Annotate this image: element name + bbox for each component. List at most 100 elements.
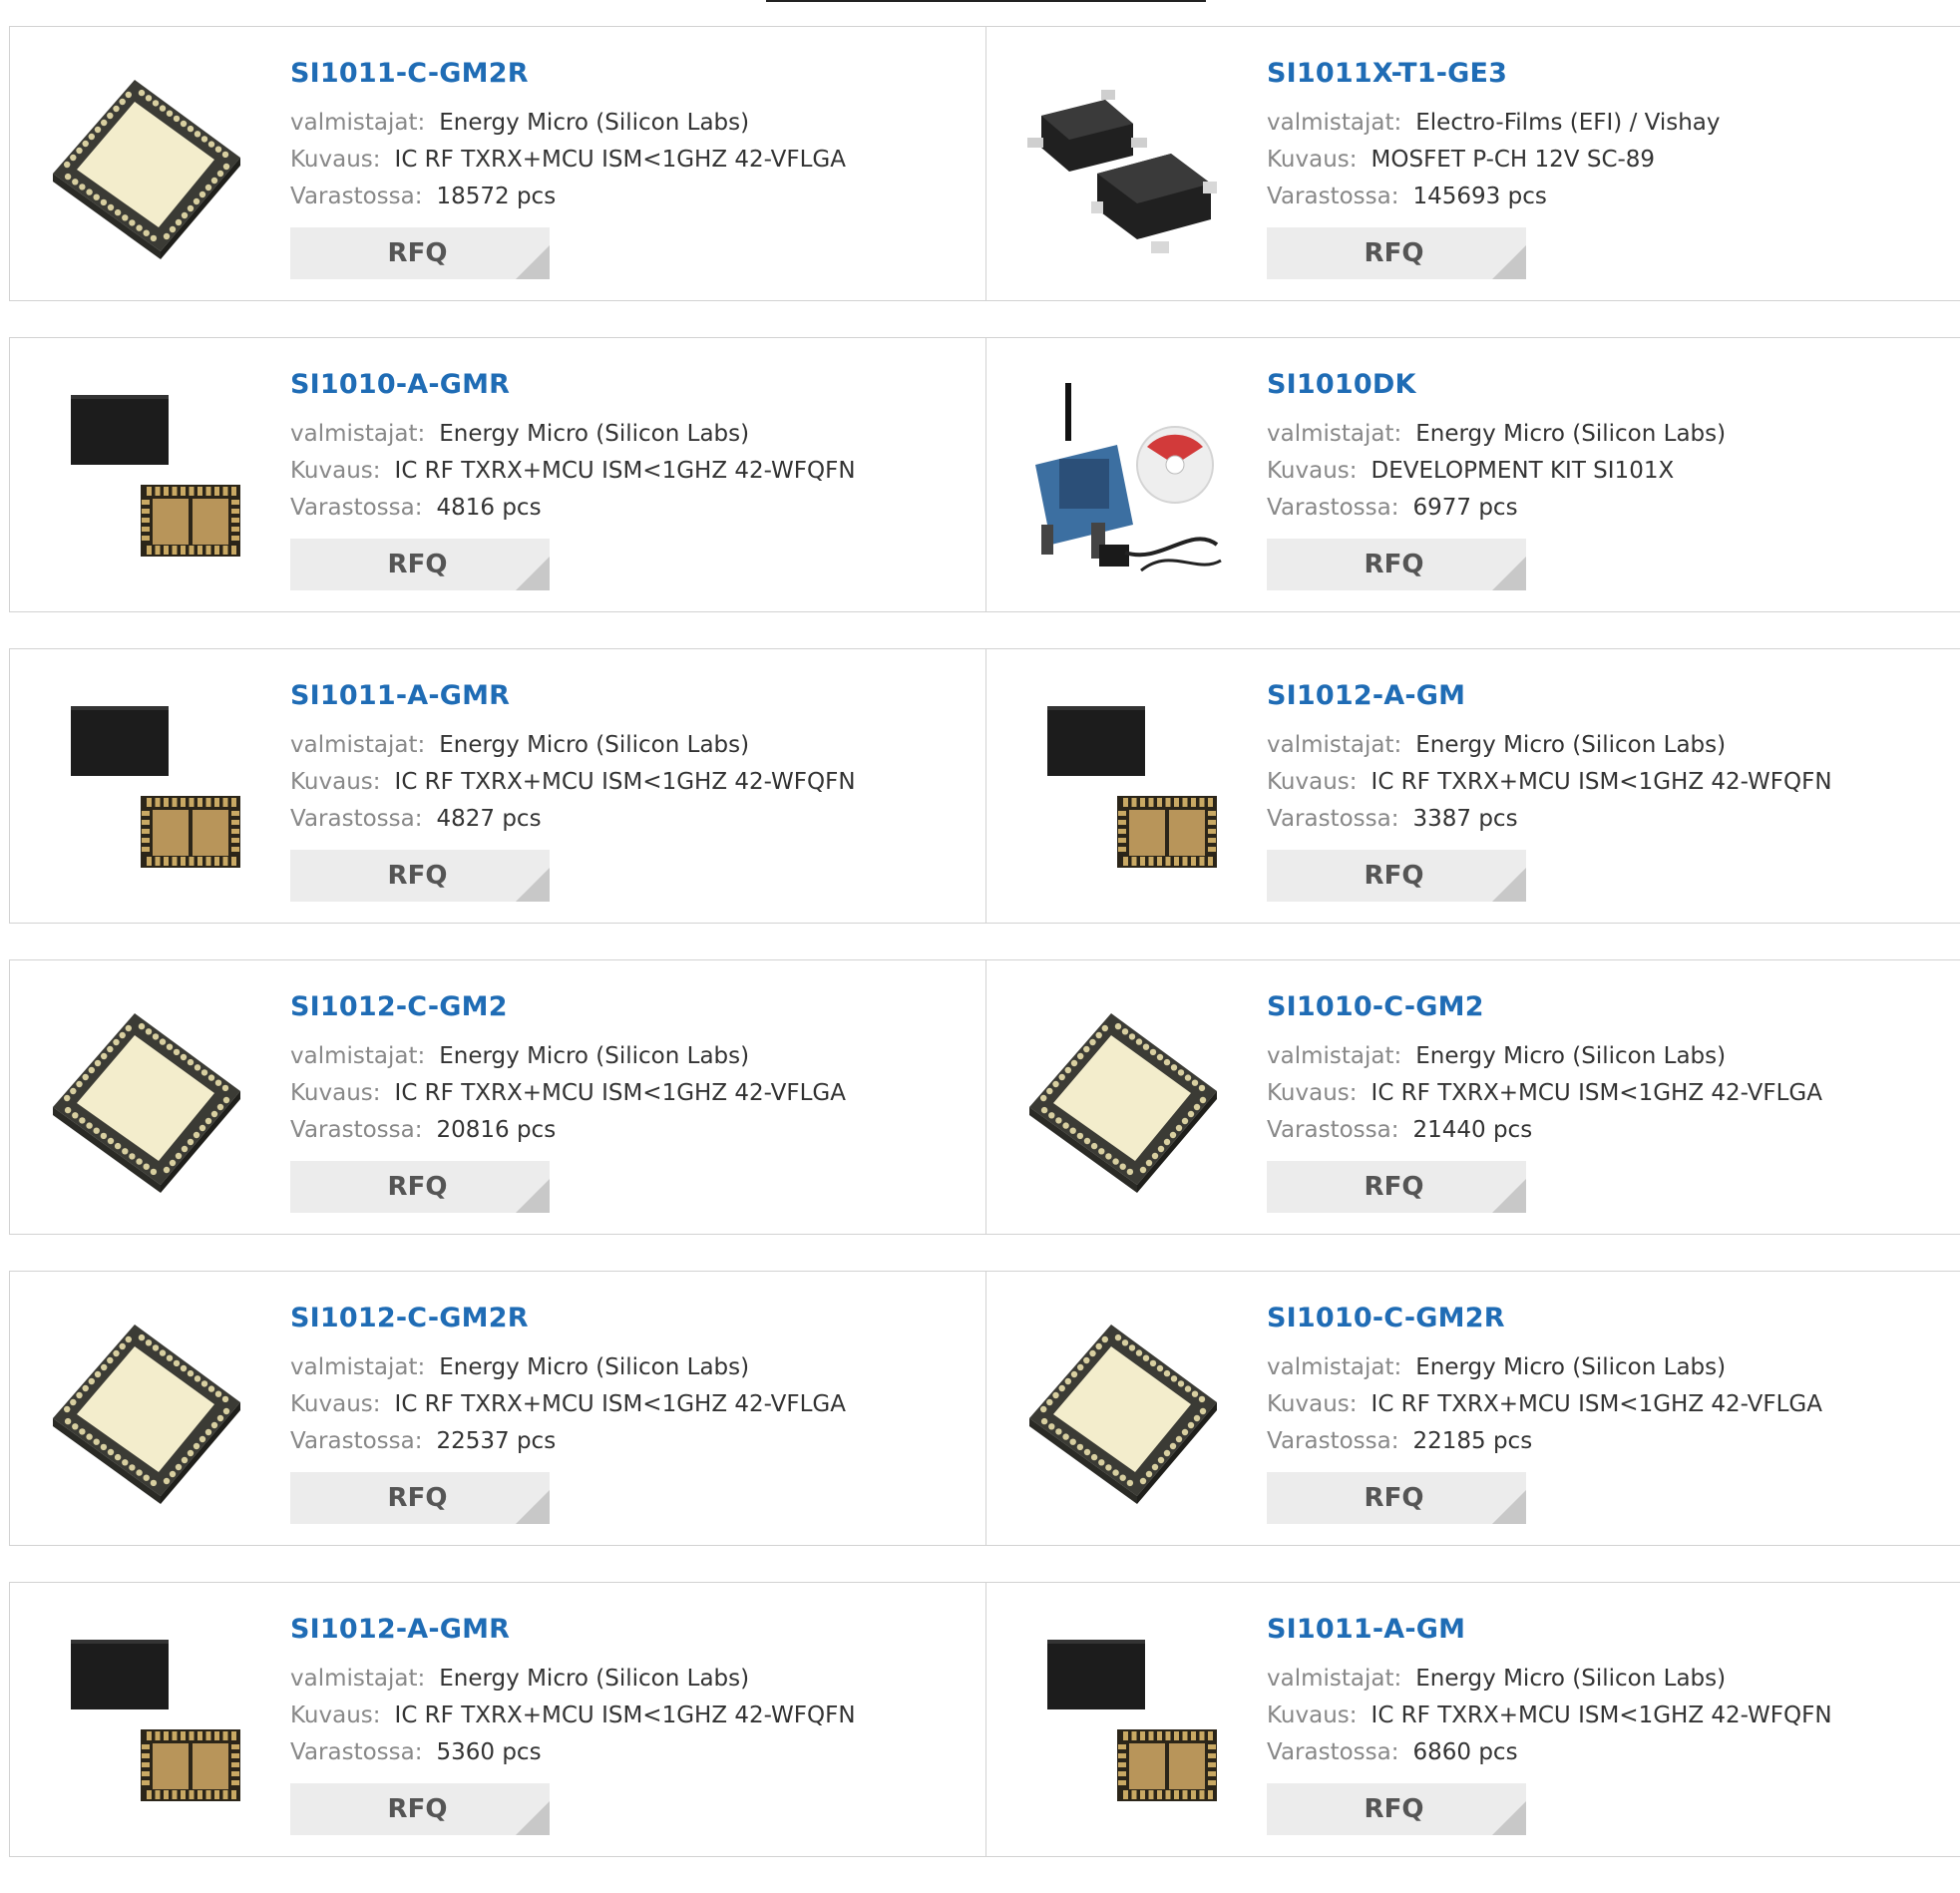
part-number-link[interactable]: SI1010-A-GMR: [290, 368, 856, 402]
stock-line: Varastossa: 22185 pcs: [1267, 1423, 1822, 1460]
manufacturer-line: valmistajat: Energy Micro (Silicon Labs): [290, 1661, 856, 1698]
rfq-button[interactable]: RFQ: [1267, 1783, 1526, 1835]
manufacturer-label: valmistajat:: [1267, 732, 1402, 758]
rfq-label: RFQ: [1364, 1172, 1424, 1202]
corner-triangle-icon: [516, 1801, 550, 1835]
product-row: SI1012-C-GM2R valmistajat: Energy Micro (…: [9, 1271, 1960, 1546]
stock-label: Varastossa:: [290, 184, 423, 209]
rfq-button[interactable]: RFQ: [1267, 227, 1526, 279]
stock-label: Varastossa:: [290, 806, 423, 832]
description-label: Kuvaus:: [290, 1080, 381, 1106]
stock-line: Varastossa: 6860 pcs: [1267, 1734, 1832, 1771]
wfqfn-chip-icon[interactable]: [45, 1620, 248, 1823]
part-number-link[interactable]: SI1011-C-GM2R: [290, 57, 846, 91]
manufacturer-value: Energy Micro (Silicon Labs): [439, 110, 750, 136]
manufacturer-label: valmistajat:: [290, 732, 426, 758]
stock-label: Varastossa:: [290, 1739, 423, 1765]
manufacturer-label: valmistajat:: [290, 421, 426, 447]
rfq-label: RFQ: [387, 861, 448, 891]
stock-value: 4827 pcs: [436, 806, 542, 832]
manufacturer-value: Energy Micro (Silicon Labs): [439, 732, 750, 758]
wfqfn-chip-icon[interactable]: [1021, 686, 1225, 890]
dev-kit-icon[interactable]: [1021, 375, 1225, 578]
part-number-link[interactable]: SI1012-A-GMR: [290, 1613, 856, 1647]
wfqfn-chip-icon[interactable]: [1021, 1620, 1225, 1823]
description-value: IC RF TXRX+MCU ISM<1GHZ 42-WFQFN: [1371, 769, 1832, 795]
manufacturer-value: Energy Micro (Silicon Labs): [439, 421, 750, 447]
manufacturer-value: Electro-Films (EFI) / Vishay: [1415, 110, 1721, 136]
corner-triangle-icon: [516, 557, 550, 590]
description-line: Kuvaus: IC RF TXRX+MCU ISM<1GHZ 42-VFLGA: [290, 142, 846, 179]
manufacturer-value: Energy Micro (Silicon Labs): [1415, 1666, 1727, 1692]
corner-triangle-icon: [516, 1490, 550, 1524]
rfq-button[interactable]: RFQ: [1267, 1472, 1526, 1524]
description-line: Kuvaus: IC RF TXRX+MCU ISM<1GHZ 42-WFQFN: [1267, 764, 1832, 801]
stock-label: Varastossa:: [1267, 1739, 1399, 1765]
description-label: Kuvaus:: [1267, 458, 1358, 484]
rfq-button[interactable]: RFQ: [290, 850, 550, 902]
vflga-chip-icon[interactable]: [1021, 997, 1225, 1201]
manufacturer-line: valmistajat: Energy Micro (Silicon Labs): [290, 416, 856, 453]
description-label: Kuvaus:: [1267, 769, 1358, 795]
wfqfn-chip-icon[interactable]: [45, 375, 248, 578]
rfq-button[interactable]: RFQ: [290, 1161, 550, 1213]
top-divider: [766, 0, 1206, 2]
product-card: SI1011X-T1-GE3 valmistajat: Electro-Films…: [985, 27, 1960, 300]
sc89-transistor-icon[interactable]: [1021, 64, 1225, 267]
part-number-link[interactable]: SI1012-A-GM: [1267, 679, 1832, 713]
description-label: Kuvaus:: [290, 458, 381, 484]
description-line: Kuvaus: IC RF TXRX+MCU ISM<1GHZ 42-WFQFN: [290, 1698, 856, 1734]
manufacturer-value: Energy Micro (Silicon Labs): [1415, 1354, 1727, 1380]
part-number-link[interactable]: SI1011-A-GMR: [290, 679, 856, 713]
vflga-chip-icon[interactable]: [45, 997, 248, 1201]
description-label: Kuvaus:: [290, 147, 381, 173]
rfq-button[interactable]: RFQ: [290, 539, 550, 590]
rfq-label: RFQ: [1364, 550, 1424, 579]
vflga-chip-icon[interactable]: [45, 1309, 248, 1512]
rfq-button[interactable]: RFQ: [290, 227, 550, 279]
wfqfn-chip-icon[interactable]: [45, 686, 248, 890]
part-number-link[interactable]: SI1012-C-GM2: [290, 990, 846, 1024]
part-number-link[interactable]: SI1012-C-GM2R: [290, 1302, 846, 1335]
manufacturer-line: valmistajat: Energy Micro (Silicon Labs): [290, 1349, 846, 1386]
description-line: Kuvaus: DEVELOPMENT KIT SI101X: [1267, 453, 1726, 490]
manufacturer-label: valmistajat:: [1267, 1666, 1402, 1692]
part-number-link[interactable]: SI1011-A-GM: [1267, 1613, 1832, 1647]
product-card: SI1011-A-GMR valmistajat: Energy Micro (S…: [10, 649, 985, 923]
description-label: Kuvaus:: [1267, 147, 1358, 173]
part-number-link[interactable]: SI1010-C-GM2R: [1267, 1302, 1822, 1335]
stock-label: Varastossa:: [290, 1428, 423, 1454]
rfq-button[interactable]: RFQ: [290, 1783, 550, 1835]
rfq-label: RFQ: [1364, 238, 1424, 268]
rfq-button[interactable]: RFQ: [1267, 850, 1526, 902]
rfq-label: RFQ: [387, 550, 448, 579]
manufacturer-line: valmistajat: Energy Micro (Silicon Labs): [290, 1038, 846, 1075]
part-number-link[interactable]: SI1011X-T1-GE3: [1267, 57, 1721, 91]
description-line: Kuvaus: IC RF TXRX+MCU ISM<1GHZ 42-WFQFN: [290, 453, 856, 490]
part-number-link[interactable]: SI1010DK: [1267, 368, 1726, 402]
product-row: SI1012-A-GMR valmistajat: Energy Micro (S…: [9, 1582, 1960, 1857]
product-row: SI1011-A-GMR valmistajat: Energy Micro (S…: [9, 648, 1960, 924]
description-line: Kuvaus: MOSFET P-CH 12V SC-89: [1267, 142, 1721, 179]
stock-line: Varastossa: 145693 pcs: [1267, 179, 1721, 215]
stock-line: Varastossa: 18572 pcs: [290, 179, 846, 215]
rfq-label: RFQ: [1364, 1794, 1424, 1824]
rfq-button[interactable]: RFQ: [1267, 1161, 1526, 1213]
description-value: IC RF TXRX+MCU ISM<1GHZ 42-VFLGA: [1371, 1391, 1822, 1417]
stock-label: Varastossa:: [290, 1117, 423, 1143]
stock-value: 6977 pcs: [1412, 495, 1518, 521]
description-value: IC RF TXRX+MCU ISM<1GHZ 42-VFLGA: [394, 1391, 846, 1417]
rfq-button[interactable]: RFQ: [290, 1472, 550, 1524]
product-card: SI1012-C-GM2R valmistajat: Energy Micro (…: [10, 1272, 985, 1545]
stock-line: Varastossa: 3387 pcs: [1267, 801, 1832, 838]
rfq-label: RFQ: [1364, 861, 1424, 891]
vflga-chip-icon[interactable]: [1021, 1309, 1225, 1512]
description-label: Kuvaus:: [1267, 1703, 1358, 1728]
manufacturer-line: valmistajat: Energy Micro (Silicon Labs): [1267, 1349, 1822, 1386]
part-number-link[interactable]: SI1010-C-GM2: [1267, 990, 1822, 1024]
vflga-chip-icon[interactable]: [45, 64, 248, 267]
corner-triangle-icon: [516, 868, 550, 902]
rfq-label: RFQ: [387, 238, 448, 268]
rfq-button[interactable]: RFQ: [1267, 539, 1526, 590]
description-value: MOSFET P-CH 12V SC-89: [1371, 147, 1656, 173]
